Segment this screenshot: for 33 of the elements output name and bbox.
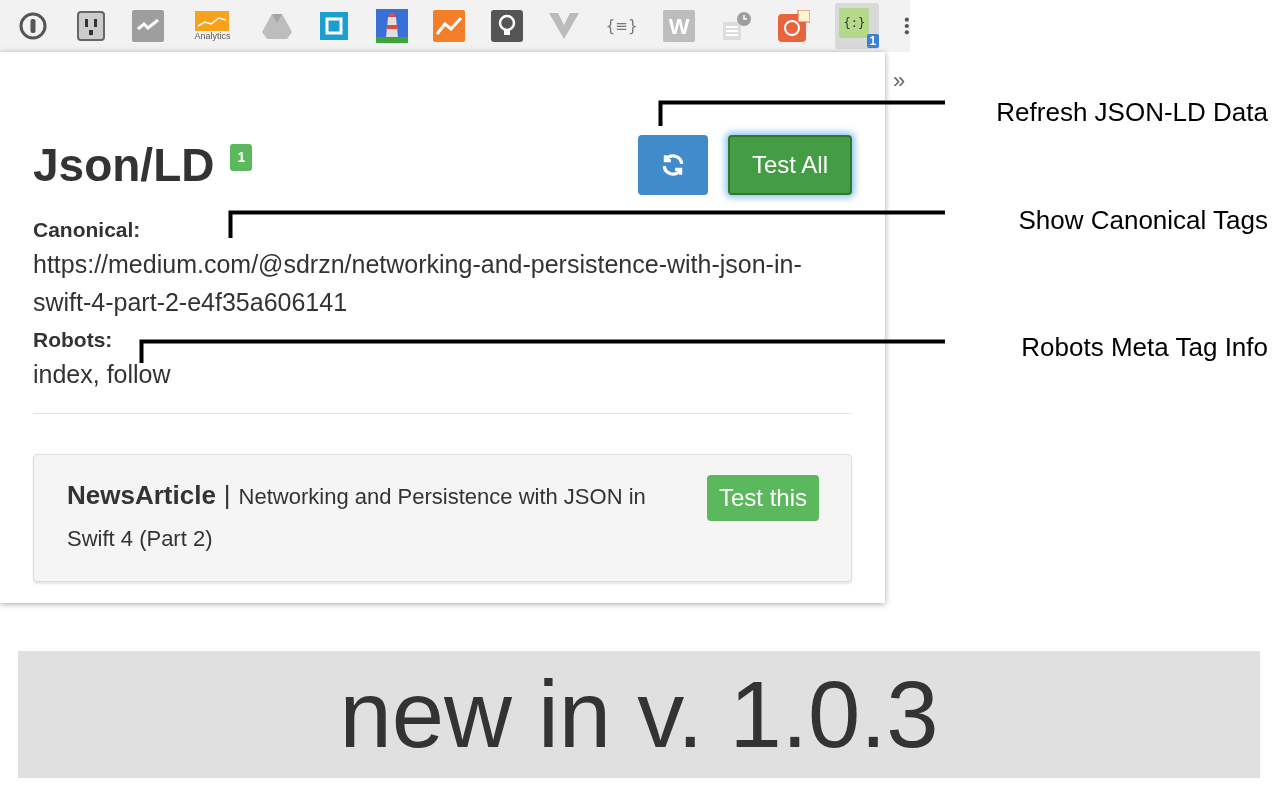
v-shape-icon[interactable] [548, 12, 581, 40]
list-clock-icon[interactable] [720, 10, 753, 42]
analytics-icon[interactable] [195, 10, 230, 31]
overflow-chevron[interactable]: » [893, 64, 906, 94]
refresh-button[interactable] [637, 135, 708, 195]
field-value: index, follow [33, 359, 172, 390]
icon-caption: Analytics [194, 30, 231, 42]
square-icon[interactable] [320, 12, 349, 40]
popup-title: Json/LD [33, 139, 215, 191]
braces-icon[interactable]: {≡} [605, 14, 638, 38]
line-chart-icon[interactable] [433, 10, 466, 42]
test-this-button[interactable]: Test this [706, 475, 819, 521]
socket-icon[interactable] [75, 10, 106, 42]
triangle-icon[interactable] [260, 12, 293, 40]
lighthouse-icon[interactable] [375, 9, 408, 43]
count-badge: 1 [866, 34, 880, 48]
extension-slot[interactable]: {:} 1 [835, 3, 880, 49]
annotation-label: Show Canonical Tags [1018, 204, 1268, 237]
article-summary: NewsArticle | Networking and Persistence with JSON in Swift 4 (Part 2) [67, 479, 647, 553]
lightbulb-icon[interactable] [490, 10, 523, 42]
annotation-label: Refresh JSON-LD Data [996, 96, 1268, 129]
field-label: Robots: [33, 327, 113, 353]
field-label: Canonical: [33, 217, 141, 243]
test-all-button[interactable]: Test All [727, 135, 852, 195]
field-value: https://medium.com/@sdrzn/networking-and-persistence-with-json-in-swift-4-part-2-e4f35a606141 [33, 249, 803, 318]
extension-tile[interactable]: {:} [839, 8, 870, 38]
trend-icon[interactable] [132, 10, 165, 42]
extension-slot[interactable]: {≡} [605, 3, 638, 49]
count-badge: 1 [230, 144, 253, 171]
keyhole-icon[interactable] [18, 11, 49, 41]
annotation-label: Robots Meta Tag Info [1021, 331, 1268, 364]
version-banner: new in v. 1.0.3 [18, 651, 1260, 778]
extension-slot[interactable]: Analytics [189, 3, 236, 49]
